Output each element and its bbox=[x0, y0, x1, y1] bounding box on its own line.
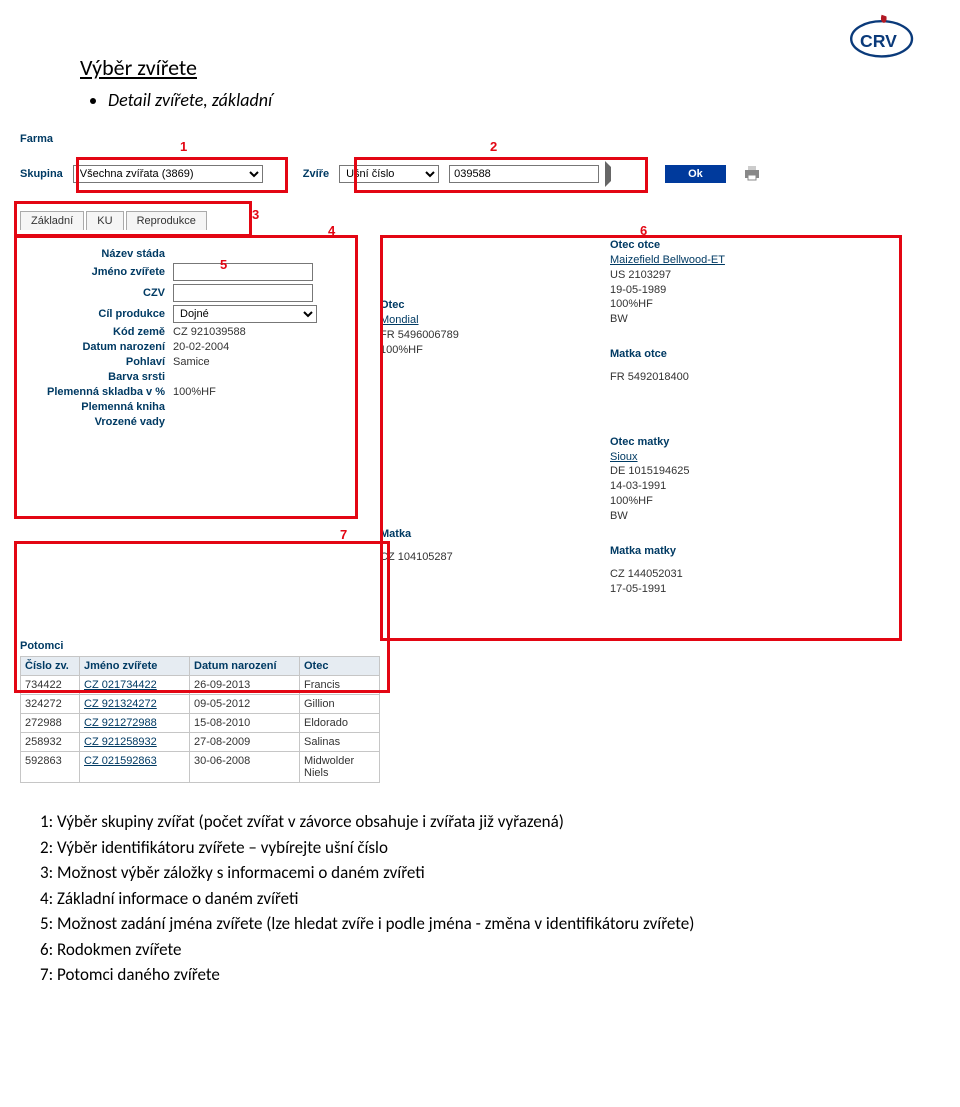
table-row: 272988 CZ 921272988 15-08-2010Eldorado bbox=[20, 714, 380, 733]
table-cell: 592863 bbox=[20, 752, 80, 783]
marker-1: 1 bbox=[180, 139, 187, 154]
animal-link[interactable]: CZ 021592863 bbox=[84, 755, 157, 767]
legend-line: 2: Výběr identifikátoru zvířete – vybíre… bbox=[40, 835, 920, 861]
table-cell: CZ 921258932 bbox=[80, 733, 190, 752]
crv-logo: CRV bbox=[840, 8, 920, 68]
legend-line: 5: Možnost zadání jména zvířete (lze hle… bbox=[40, 911, 920, 937]
highlight-1 bbox=[76, 157, 288, 193]
svg-text:CRV: CRV bbox=[860, 31, 897, 51]
marker-4: 4 bbox=[328, 223, 335, 238]
table-cell: Salinas bbox=[300, 733, 380, 752]
label-skupina: Skupina bbox=[20, 168, 63, 180]
table-cell: 27-08-2009 bbox=[190, 733, 300, 752]
legend-line: 1: Výběr skupiny zvířat (počet zvířat v … bbox=[40, 809, 920, 835]
bullet-detail: Detail zvířete, základní bbox=[108, 89, 920, 111]
legend-line: 4: Základní informace o daném zvířeti bbox=[40, 886, 920, 912]
label-farma: Farma bbox=[20, 133, 53, 145]
animal-link[interactable]: CZ 921258932 bbox=[84, 736, 157, 748]
table-cell: 258932 bbox=[20, 733, 80, 752]
animal-link[interactable]: CZ 921272988 bbox=[84, 717, 157, 729]
highlight-6 bbox=[380, 235, 902, 641]
table-cell: 09-05-2012 bbox=[190, 695, 300, 714]
highlight-3 bbox=[14, 201, 252, 237]
legend-line: 6: Rodokmen zvířete bbox=[40, 937, 920, 963]
marker-5: 5 bbox=[220, 257, 227, 272]
highlight-4 bbox=[14, 235, 358, 519]
marker-3: 3 bbox=[252, 207, 259, 222]
table-cell: 272988 bbox=[20, 714, 80, 733]
table-row: 324272 CZ 921324272 09-05-2012Gillion bbox=[20, 695, 380, 714]
table-cell: 15-08-2010 bbox=[190, 714, 300, 733]
animal-link[interactable]: CZ 921324272 bbox=[84, 698, 157, 710]
legend-line: 3: Možnost výběr záložky s informacemi o… bbox=[40, 860, 920, 886]
label-zvire: Zvíře bbox=[303, 168, 329, 180]
legend-line: 7: Potomci daného zvířete bbox=[40, 962, 920, 988]
table-cell: Gillion bbox=[300, 695, 380, 714]
highlight-2 bbox=[354, 157, 648, 193]
table-cell: 30-06-2008 bbox=[190, 752, 300, 783]
table-cell: CZ 921324272 bbox=[80, 695, 190, 714]
print-icon[interactable] bbox=[742, 164, 762, 185]
marker-7: 7 bbox=[340, 527, 347, 542]
table-row: 258932 CZ 921258932 27-08-2009Salinas bbox=[20, 733, 380, 752]
table-cell: CZ 021592863 bbox=[80, 752, 190, 783]
table-cell: Eldorado bbox=[300, 714, 380, 733]
table-row: 592863 CZ 021592863 30-06-2008Midwolder Ni… bbox=[20, 752, 380, 783]
highlight-7 bbox=[14, 541, 390, 693]
table-cell: CZ 921272988 bbox=[80, 714, 190, 733]
marker-2: 2 bbox=[490, 139, 497, 154]
table-cell: 324272 bbox=[20, 695, 80, 714]
table-cell: Midwolder Niels bbox=[300, 752, 380, 783]
ok-button[interactable]: Ok bbox=[665, 165, 726, 183]
page-title: Výběr zvířete bbox=[80, 54, 920, 81]
legend-list: 1: Výběr skupiny zvířat (počet zvířat v … bbox=[40, 809, 920, 988]
marker-6: 6 bbox=[640, 223, 647, 238]
